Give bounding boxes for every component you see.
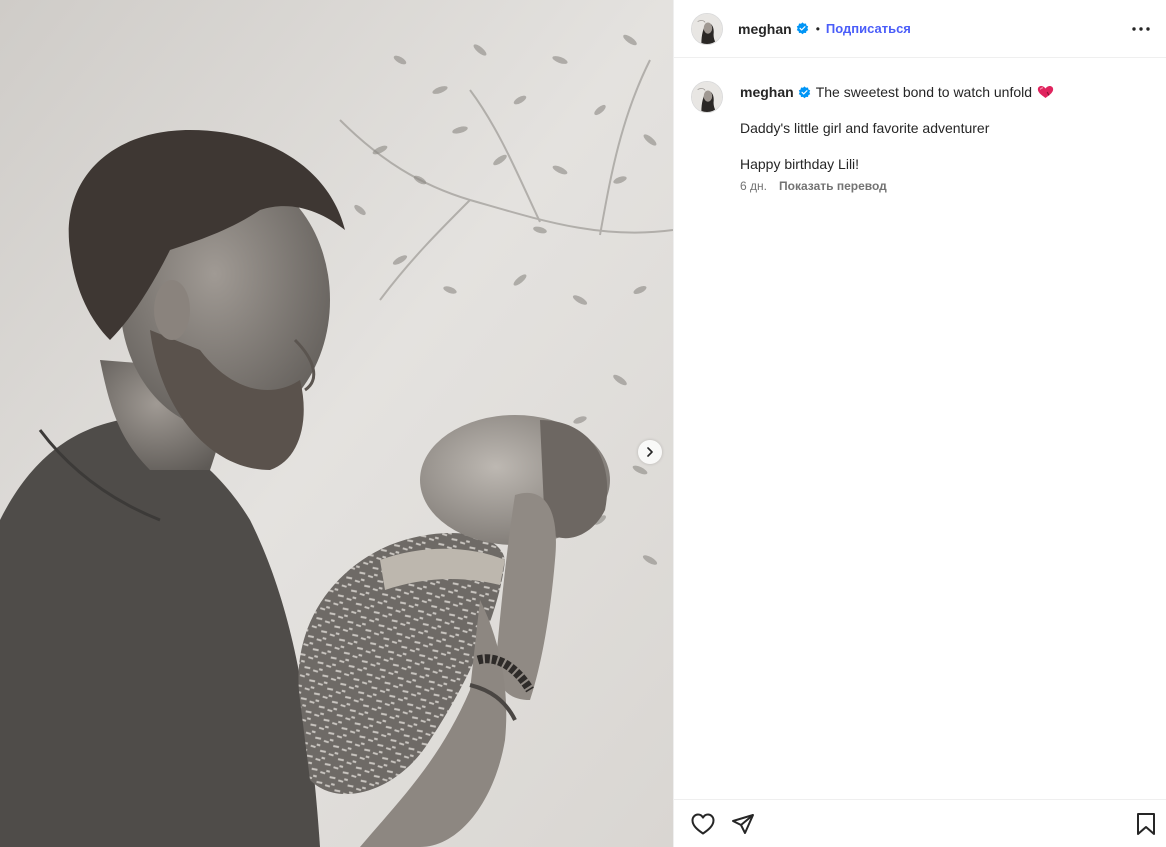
caption-meta: 6 дн. Показать перевод	[740, 179, 1054, 193]
caption-paragraph: Daddy's little girl and favorite adventu…	[740, 120, 990, 136]
red-heart-emoji-icon	[1037, 86, 1054, 98]
caption-first-line: The sweetest bond to watch unfold	[815, 84, 1033, 100]
next-photo-button[interactable]	[638, 440, 662, 464]
follow-button[interactable]: Подписаться	[826, 21, 911, 36]
post-actions-bar	[674, 799, 1166, 847]
like-button[interactable]	[690, 811, 716, 837]
more-options-icon	[1132, 26, 1150, 31]
share-button[interactable]	[730, 811, 756, 837]
avatar-image	[692, 13, 722, 44]
verified-badge-icon	[798, 85, 810, 98]
paper-plane-icon	[732, 813, 754, 834]
bookmark-icon	[1137, 812, 1155, 835]
author-username[interactable]: meghan	[738, 21, 792, 37]
post-caption: meghan The sweetest bond to watch unfold…	[691, 81, 1151, 193]
verified-badge-icon	[796, 22, 808, 35]
post-media[interactable]	[0, 0, 673, 847]
heart-icon	[691, 813, 715, 834]
post-timestamp[interactable]: 6 дн.	[740, 179, 767, 193]
avatar[interactable]	[691, 12, 723, 45]
save-button[interactable]	[1133, 811, 1159, 837]
post-details-panel: meghan • Подписаться meghan The sweetest…	[673, 0, 1166, 847]
post-photo	[0, 0, 673, 847]
separator-dot: •	[815, 21, 820, 36]
caption-username[interactable]: meghan	[740, 83, 794, 101]
caption-paragraph: Happy birthday Lili!	[740, 156, 860, 172]
more-options-button[interactable]	[1129, 17, 1153, 41]
chevron-right-icon	[647, 447, 653, 457]
post-header: meghan • Подписаться	[674, 0, 1166, 58]
avatar-image	[692, 82, 722, 112]
caption-avatar[interactable]	[691, 81, 723, 113]
show-translation-link[interactable]: Показать перевод	[779, 179, 887, 193]
